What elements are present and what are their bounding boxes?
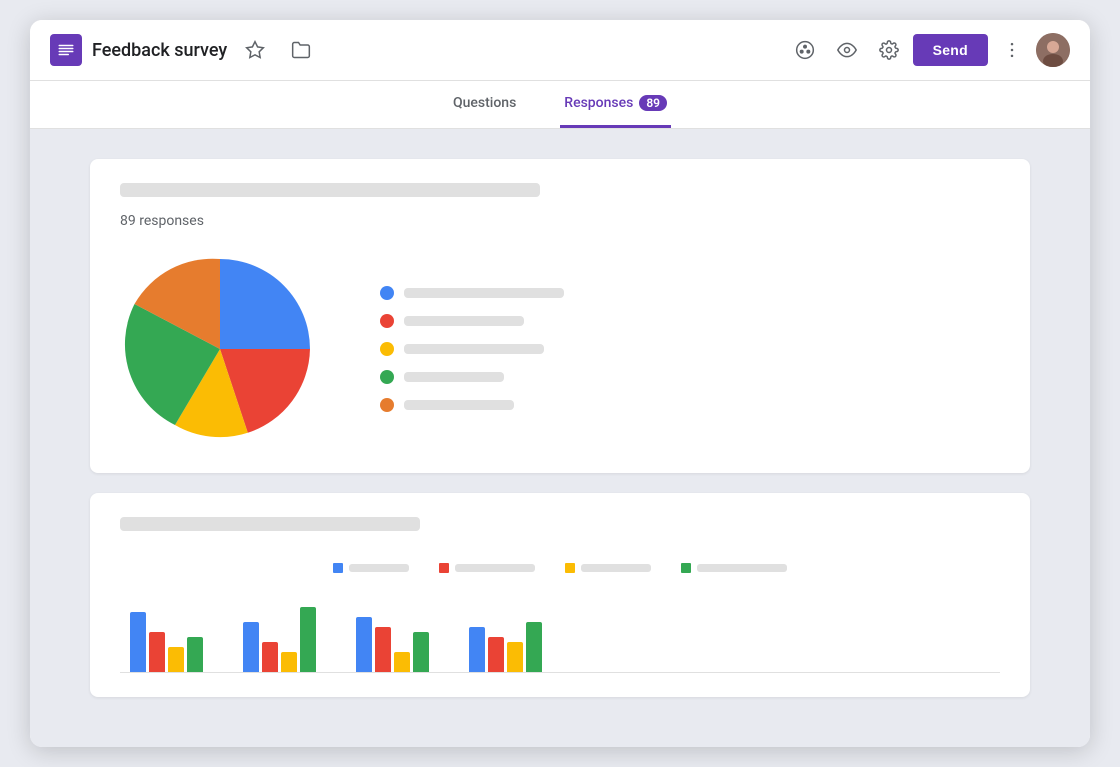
bar bbox=[507, 642, 523, 672]
bar-legend-label-2 bbox=[455, 564, 535, 572]
bar bbox=[149, 632, 165, 672]
responses-badge: 89 bbox=[639, 95, 667, 111]
legend-item bbox=[380, 314, 1000, 328]
bar-legend bbox=[120, 563, 1000, 573]
bar-group bbox=[243, 607, 316, 672]
legend-label-1 bbox=[404, 288, 564, 298]
pie-chart-card: 89 responses bbox=[90, 159, 1030, 473]
bar-legend-item bbox=[565, 563, 651, 573]
legend-item bbox=[380, 398, 1000, 412]
folder-button[interactable] bbox=[283, 32, 319, 68]
bar-chart bbox=[120, 593, 1000, 673]
bar-legend-label-4 bbox=[697, 564, 787, 572]
tabs-bar: Questions Responses 89 bbox=[30, 81, 1090, 129]
legend-item bbox=[380, 342, 1000, 356]
settings-button[interactable] bbox=[871, 32, 907, 68]
legend-dot-blue bbox=[380, 286, 394, 300]
bar bbox=[526, 622, 542, 672]
legend-label-5 bbox=[404, 400, 514, 410]
content-area: 89 responses bbox=[30, 129, 1090, 747]
bar-chart-card bbox=[90, 493, 1030, 697]
send-button[interactable]: Send bbox=[913, 34, 988, 66]
bar-legend-item bbox=[439, 563, 535, 573]
header: Feedback survey bbox=[30, 20, 1090, 81]
responses-count: 89 responses bbox=[120, 213, 1000, 229]
bar bbox=[394, 652, 410, 672]
star-button[interactable] bbox=[237, 32, 273, 68]
preview-button[interactable] bbox=[829, 32, 865, 68]
tab-responses[interactable]: Responses 89 bbox=[560, 81, 671, 128]
bar-group bbox=[469, 622, 542, 672]
pie-chart bbox=[120, 249, 320, 449]
bar-group bbox=[130, 612, 203, 672]
legend-item bbox=[380, 370, 1000, 384]
legend-dot-green bbox=[380, 370, 394, 384]
legend-dot-yellow bbox=[380, 342, 394, 356]
page-title: Feedback survey bbox=[92, 40, 227, 61]
legend-item bbox=[380, 286, 1000, 300]
bar bbox=[300, 607, 316, 672]
header-left: Feedback survey bbox=[50, 32, 787, 68]
bar-legend-item bbox=[681, 563, 787, 573]
bar-group bbox=[356, 617, 429, 672]
legend-dot-red bbox=[380, 314, 394, 328]
bar bbox=[413, 632, 429, 672]
bar bbox=[375, 627, 391, 672]
bar bbox=[488, 637, 504, 672]
question-title-skeleton-2 bbox=[120, 517, 420, 531]
legend-label-4 bbox=[404, 372, 504, 382]
legend-dot-orange bbox=[380, 398, 394, 412]
bar bbox=[187, 637, 203, 672]
bar-legend-item bbox=[333, 563, 409, 573]
legend-label-2 bbox=[404, 316, 524, 326]
bar-legend-dot-yellow bbox=[565, 563, 575, 573]
tab-questions[interactable]: Questions bbox=[449, 81, 520, 128]
bar bbox=[356, 617, 372, 672]
bar-legend-dot-blue bbox=[333, 563, 343, 573]
legend-label-3 bbox=[404, 344, 544, 354]
bar-legend-dot-green bbox=[681, 563, 691, 573]
bar bbox=[168, 647, 184, 672]
bar bbox=[469, 627, 485, 672]
bar bbox=[130, 612, 146, 672]
header-right: Send bbox=[787, 32, 1070, 68]
pie-legend bbox=[380, 286, 1000, 412]
bar bbox=[281, 652, 297, 672]
bar-legend-label-3 bbox=[581, 564, 651, 572]
bar bbox=[243, 622, 259, 672]
more-button[interactable] bbox=[994, 32, 1030, 68]
question-title-skeleton bbox=[120, 183, 540, 197]
bar bbox=[262, 642, 278, 672]
palette-button[interactable] bbox=[787, 32, 823, 68]
chart-area bbox=[120, 249, 1000, 449]
doc-icon bbox=[50, 34, 82, 66]
bar-legend-dot-red bbox=[439, 563, 449, 573]
bar-legend-label-1 bbox=[349, 564, 409, 572]
pie-svg bbox=[120, 249, 320, 449]
app-window: Feedback survey bbox=[30, 20, 1090, 747]
avatar[interactable] bbox=[1036, 33, 1070, 67]
